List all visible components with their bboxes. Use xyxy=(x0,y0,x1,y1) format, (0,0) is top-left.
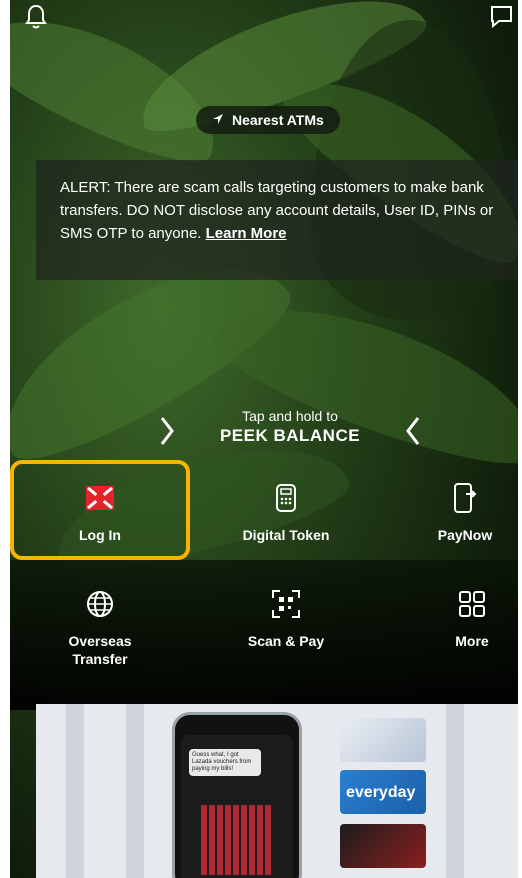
bell-icon[interactable] xyxy=(22,2,50,32)
globe-icon xyxy=(80,584,120,624)
card-brand: everyday xyxy=(346,784,416,801)
qr-scan-icon xyxy=(266,584,306,624)
voucher-graphic xyxy=(201,805,271,875)
location-arrow-icon xyxy=(212,112,224,128)
chevron-right-icon xyxy=(160,416,174,446)
peek-balance-hint: Tap and hold to xyxy=(242,408,338,424)
overseas-transfer-label: Overseas Transfer xyxy=(68,633,132,667)
digital-token-label: Digital Token xyxy=(242,527,330,543)
scan-pay-button[interactable]: Scan & Pay xyxy=(211,584,361,674)
learn-more-link[interactable]: Learn More xyxy=(206,225,287,242)
credit-card-image xyxy=(340,824,426,868)
nearest-atms-button[interactable]: Nearest ATMs xyxy=(196,106,340,134)
more-button[interactable]: More xyxy=(397,584,522,674)
overseas-transfer-button[interactable]: Overseas Transfer xyxy=(25,584,175,674)
background-stripe xyxy=(126,704,144,878)
chat-icon[interactable] xyxy=(488,2,516,32)
phone-screen: Guess what, I got Lazada vouchers from p… xyxy=(181,735,293,878)
background-stripe xyxy=(446,704,464,878)
peek-balance[interactable]: Tap and hold to PEEK BALANCE xyxy=(160,408,420,454)
peek-balance-title: PEEK BALANCE xyxy=(219,426,361,445)
promo-phone-image: Guess what, I got Lazada vouchers from p… xyxy=(172,712,302,878)
login-highlight-box xyxy=(10,460,190,560)
scam-alert-banner: ALERT: There are scam calls targeting cu… xyxy=(36,160,518,280)
paynow-button[interactable]: PayNow xyxy=(390,478,522,568)
phone-transfer-icon xyxy=(445,478,485,518)
background-stripe xyxy=(66,704,84,878)
chat-bubble: Guess what, I got Lazada vouchers from p… xyxy=(189,749,261,776)
chevron-left-icon xyxy=(406,416,420,446)
promo-banner[interactable]: Guess what, I got Lazada vouchers from p… xyxy=(36,704,518,878)
everyday-card-image: everyday xyxy=(340,770,426,814)
more-label: More xyxy=(455,633,489,649)
digital-token-button[interactable]: Digital Token xyxy=(211,478,361,568)
grid-icon xyxy=(452,584,492,624)
credit-card-image xyxy=(340,718,426,762)
nearest-atms-label: Nearest ATMs xyxy=(232,112,324,128)
paynow-label: PayNow xyxy=(437,527,493,543)
token-device-icon xyxy=(266,478,306,518)
scan-pay-label: Scan & Pay xyxy=(247,633,325,649)
